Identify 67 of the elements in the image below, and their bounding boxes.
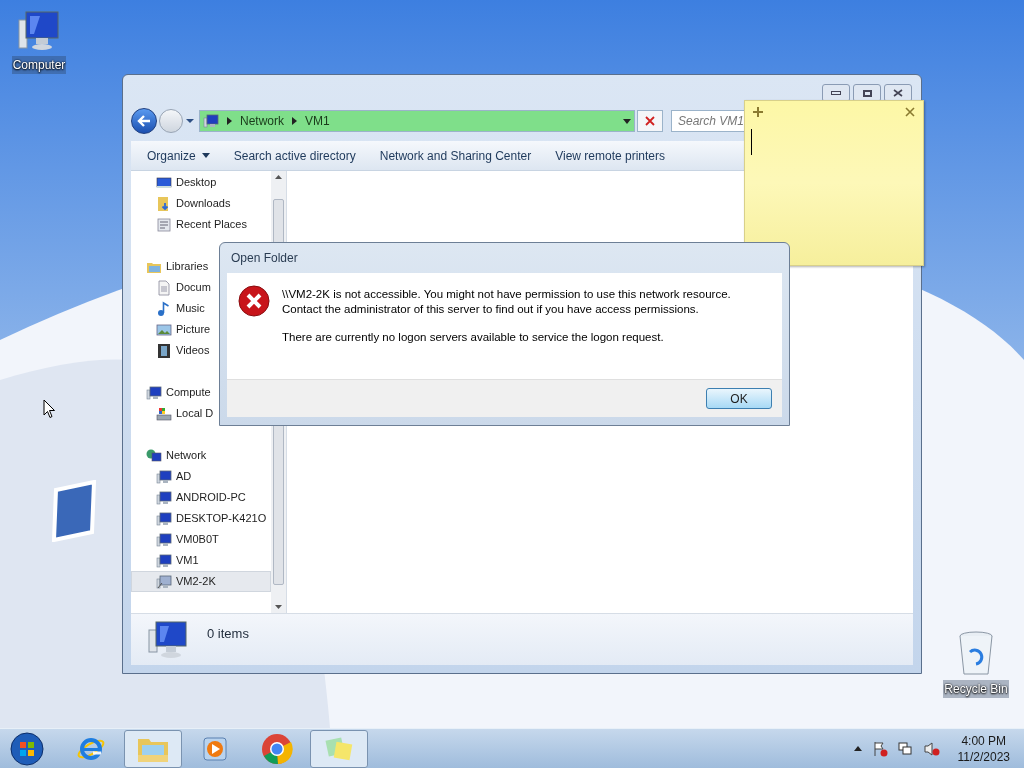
media-player-icon — [201, 734, 229, 763]
document-icon — [156, 279, 172, 296]
taskbar-button[interactable] — [124, 729, 182, 768]
tree-item[interactable]: VM0B0T — [131, 529, 271, 550]
text-cursor — [751, 129, 752, 155]
dropdown-caret-icon[interactable] — [623, 118, 631, 124]
windows-logo-icon — [10, 731, 44, 766]
computer-icon — [156, 552, 172, 569]
address-bar[interactable]: Network VM1 — [199, 110, 635, 132]
tree-item[interactable]: VM2-2K — [131, 571, 271, 592]
taskbar-button[interactable] — [310, 729, 368, 768]
tree-item[interactable]: AD — [131, 466, 271, 487]
item-count: 0 items — [207, 625, 249, 643]
dialog-title: Open Folder — [231, 250, 298, 267]
mouse-pointer-icon — [43, 399, 56, 419]
speaker-muted-icon[interactable] — [923, 740, 940, 757]
close-icon — [645, 116, 655, 126]
computer-icon — [156, 489, 172, 506]
tree-item[interactable]: VM1 — [131, 550, 271, 571]
chrome-icon — [261, 732, 293, 765]
toolbar-button[interactable]: Network and Sharing Center — [371, 143, 540, 168]
chevron-right-icon[interactable] — [292, 117, 297, 125]
stop-button[interactable] — [637, 110, 663, 132]
recycle-bin-icon — [956, 630, 996, 678]
toolbar-button[interactable]: Search active directory — [225, 143, 364, 168]
tree-item[interactable]: DESKTOP-K421O — [131, 508, 271, 529]
flag-warning-icon[interactable] — [871, 740, 888, 757]
music-note-icon — [156, 300, 172, 317]
breadcrumb[interactable]: Network — [240, 112, 284, 130]
close-icon[interactable] — [905, 107, 915, 117]
recent-places-icon — [156, 216, 172, 233]
offline-computer-icon — [156, 573, 172, 590]
computer-icon — [203, 113, 219, 129]
clock[interactable]: 4:00 PM 11/2/2023 — [957, 732, 1010, 765]
error-message: There are currently no logon servers available to service the logon request. — [282, 330, 665, 345]
film-strip-icon — [156, 342, 172, 359]
computer-icon — [156, 510, 172, 527]
picture-icon — [156, 321, 172, 338]
back-button[interactable] — [131, 108, 157, 134]
tree-item[interactable]: Recent Places — [131, 214, 271, 235]
toolbar-button[interactable]: View remote printers — [547, 143, 673, 168]
network-warning-icon[interactable] — [897, 740, 914, 757]
scroll-down-icon[interactable] — [275, 605, 282, 609]
tree-item[interactable]: ANDROID-PC — [131, 487, 271, 508]
computer-icon — [156, 531, 172, 548]
network-globe-icon — [146, 447, 162, 464]
drive-icon — [156, 405, 172, 422]
dropdown-caret-icon[interactable] — [185, 118, 195, 124]
ok-button[interactable]: OK — [706, 388, 772, 409]
window-tile-drawing — [50, 480, 98, 542]
plus-icon[interactable] — [753, 107, 763, 117]
scroll-up-icon[interactable] — [275, 175, 282, 179]
caret-up-icon[interactable] — [853, 746, 862, 751]
tree-item[interactable]: Downloads — [131, 193, 271, 214]
computer-icon — [156, 468, 172, 485]
back-arrow-icon — [137, 115, 151, 127]
tree-item[interactable]: Network — [131, 445, 271, 466]
error-message: \\VM2-2K is not accessible. You might not have permission to use this network resource. Contact the administrator of this server to find out if you have access permissions. — [282, 287, 732, 317]
chevron-right-icon[interactable] — [227, 117, 232, 125]
error-icon — [238, 285, 270, 317]
close-icon — [893, 89, 903, 97]
breadcrumb[interactable]: VM1 — [305, 112, 330, 130]
desktop-shortcut[interactable]: Computer — [6, 8, 72, 74]
desktop-icon — [156, 174, 172, 191]
toolbar-button[interactable]: Organize — [139, 143, 218, 168]
tree-item[interactable]: Desktop — [131, 172, 271, 193]
computer-icon — [146, 384, 162, 401]
